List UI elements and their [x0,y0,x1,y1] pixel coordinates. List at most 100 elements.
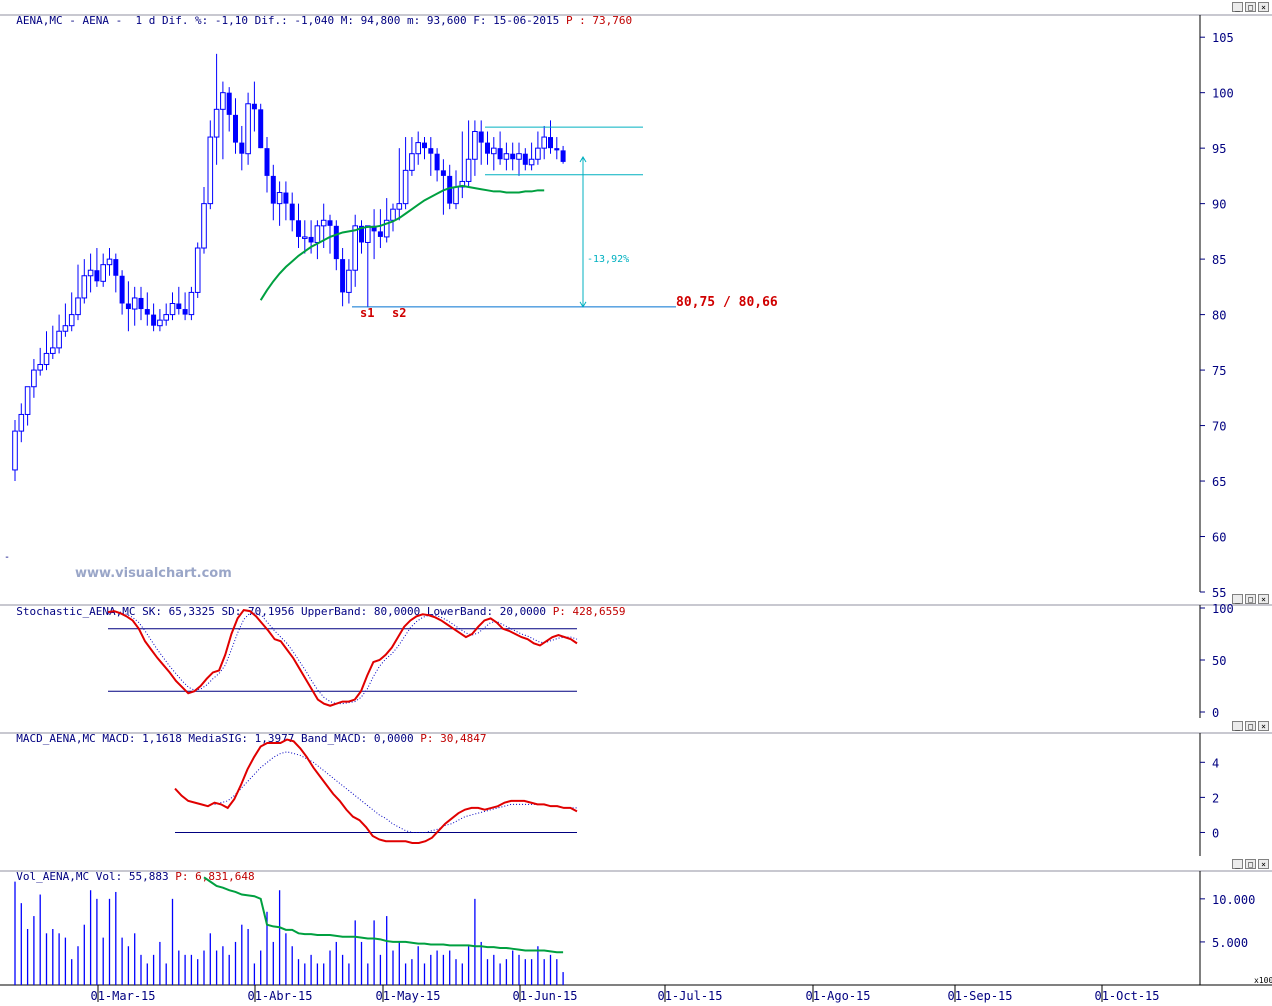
pct-label: -13,92% [587,254,629,265]
moving-average-line [259,184,545,301]
candle-body [233,114,238,143]
macd-ytick-label: 2 [1212,791,1219,805]
candle-body [201,203,207,249]
candle-body [18,413,25,432]
candle-body [276,192,283,205]
candle-body [169,303,176,316]
stoch-ytick-label: 100 [1212,602,1234,616]
candle-body [402,169,409,205]
price-ytick-label: 75 [1212,364,1226,378]
macd-signal-line [214,751,577,833]
candle-body [352,225,358,271]
price-axis: 55 60 65 70 75 80 85 90 95 100 105 [1200,31,1234,600]
candle-body [50,347,56,354]
candle-body [220,92,226,110]
s2-label: s2 [392,306,406,320]
candle-body [346,269,352,293]
candle-body [213,108,220,138]
candle-body [472,131,478,160]
stoch-sd-line [107,611,578,705]
candle-body [194,247,201,293]
candle-body [144,309,150,315]
candle-body [125,303,131,310]
candle-body [56,330,62,349]
date-tick-label: 01-Mar-15 [90,989,155,1003]
stoch-ytick-label: 0 [1212,706,1219,720]
price-ytick-label: 55 [1212,586,1226,600]
candle-body [491,147,497,155]
candle-body [24,386,31,415]
candle-body [251,103,257,110]
candle-body [516,153,522,160]
candle-body [554,148,560,151]
date-tick-label: 01-Oct-15 [1094,989,1159,1003]
candle-body [264,148,270,176]
candle-body [81,275,88,299]
candle-body [440,170,446,176]
candle-body [296,220,301,237]
candle-body [340,259,346,293]
candle-body [485,142,490,154]
candle-body [12,430,18,471]
price-ytick-label: 70 [1212,420,1226,434]
chart-canvas[interactable]: - 55 60 65 70 75 80 85 90 95 100 105 0 50 100 0 2 4 5.… [0,0,1272,1006]
candle-body [503,153,510,160]
candle-body [528,158,535,166]
price-moving-average [259,184,545,301]
candle-body [245,103,251,155]
candle-body [434,153,440,171]
candle-body [409,153,415,171]
price-ytick-label: 95 [1212,142,1226,156]
candle-body [548,137,553,149]
candle-body [100,264,107,282]
price-candles [12,53,566,482]
candle-body [176,303,182,310]
candle-body [68,314,75,327]
price-ytick-label: 80 [1212,309,1226,323]
candle-body [94,270,100,282]
candle-body [31,369,37,388]
candle-body [522,153,528,165]
candle-body [62,325,69,332]
candle-body [207,136,214,205]
candle-body [157,319,163,327]
date-tick-label: 01-Ago-15 [805,989,870,1003]
candle-body [43,352,50,366]
candle-body [422,142,427,149]
date-tick-label: 01-Jun-15 [512,989,577,1003]
stoch-ytick-label: 50 [1212,654,1226,668]
candle-body [138,297,144,310]
volume-average-line [203,876,564,954]
candle-body [510,153,516,160]
candle-body [37,364,44,371]
stochastic-plot: 0 50 100 [107,602,1234,720]
candle-body [428,148,434,154]
candle-body [314,225,321,243]
price-ytick-label: 100 [1212,87,1234,101]
price-ytick-label: 105 [1212,31,1234,45]
price-cursor-mark: - [4,552,10,563]
candle-body [113,259,119,276]
vol-ytick-label: 10.000 [1212,893,1255,907]
candle-body [308,236,314,243]
candle-body [302,236,308,239]
macd-line [174,738,578,844]
candle-body [390,208,396,221]
date-tick-label: 01-Jul-15 [657,989,722,1003]
candle-body [320,219,327,227]
candle-body [365,225,371,243]
candle-body [396,203,403,210]
candle-body [131,297,138,310]
candle-body [497,148,503,160]
panel-frames: - [0,14,1272,986]
date-axis: 01-Mar-15 01-Abr-15 01-May-15 01-Jun-15 01-J… [90,985,1160,1003]
candle-body [270,175,276,204]
candle-body [535,147,541,160]
candle-body [75,297,81,316]
candle-body [151,314,157,326]
candle-body [106,258,113,266]
date-tick-label: 01-Sep-15 [947,989,1012,1003]
candle-body [163,314,169,321]
price-ytick-label: 65 [1212,475,1226,489]
candle-body [478,131,484,143]
